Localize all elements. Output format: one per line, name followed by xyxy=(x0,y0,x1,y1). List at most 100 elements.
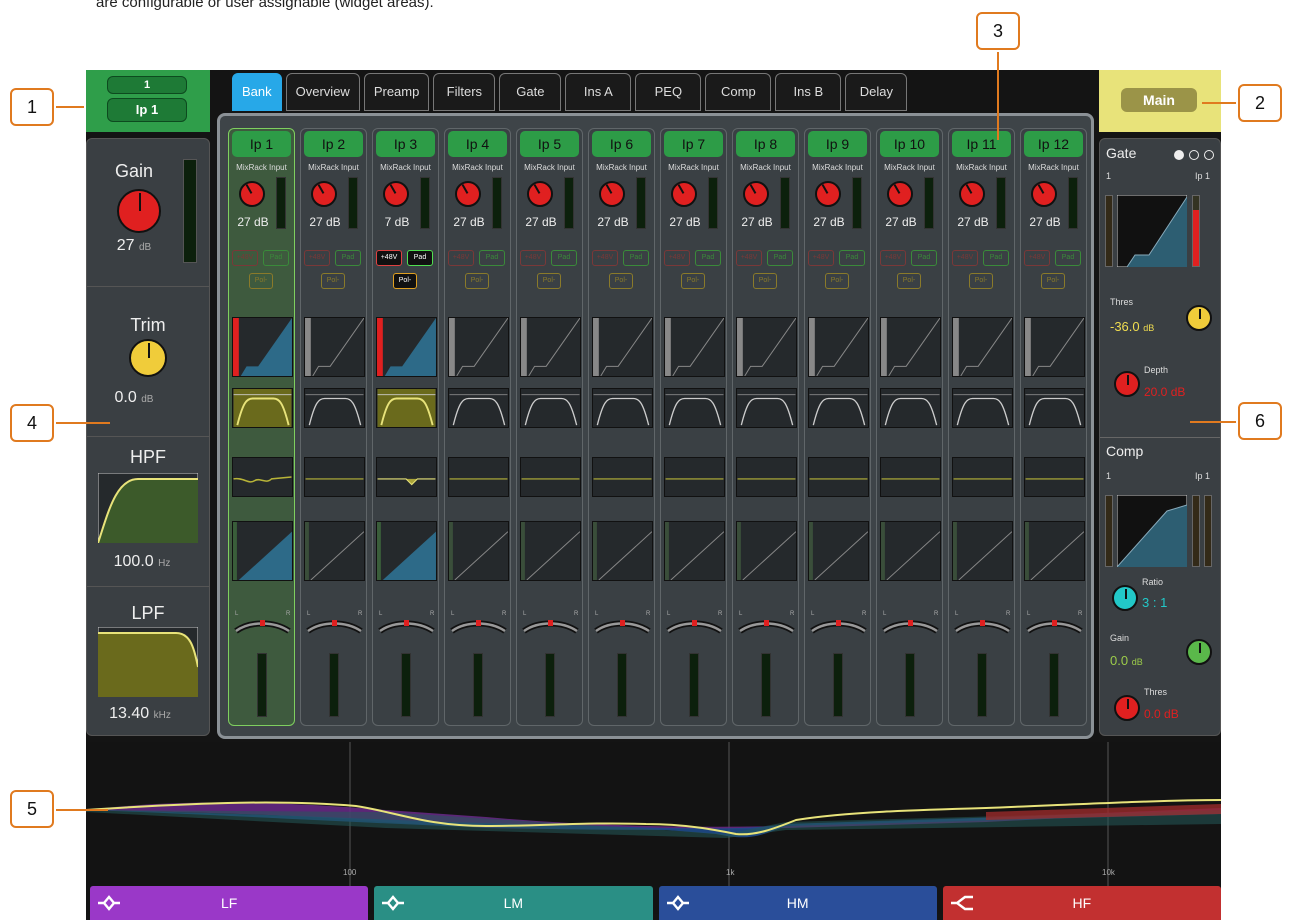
strip-gate-graph[interactable] xyxy=(664,317,725,377)
strip-pan-control[interactable]: L R xyxy=(808,607,869,637)
strip-gate-graph[interactable] xyxy=(520,317,581,377)
strip-gate-graph[interactable] xyxy=(592,317,653,377)
strip-name-button[interactable]: Ip 2 xyxy=(304,131,363,157)
eq-band-lm-button[interactable]: LM xyxy=(374,886,653,920)
strip-name-button[interactable]: Ip 9 xyxy=(808,131,867,157)
phantom-power-button[interactable]: +48V xyxy=(1024,250,1050,266)
strip-gain-knob[interactable] xyxy=(1031,181,1057,207)
strip-pan-control[interactable]: L R xyxy=(448,607,509,637)
strip-peq-graph[interactable] xyxy=(376,457,437,497)
page-dot-active-icon[interactable] xyxy=(1174,150,1184,160)
strip-gain-knob[interactable] xyxy=(383,181,409,207)
strip-filter-graph[interactable] xyxy=(952,388,1013,428)
phantom-power-button[interactable]: +48V xyxy=(376,250,402,266)
strip-gate-graph[interactable] xyxy=(232,317,293,377)
main-mix-button[interactable]: Main xyxy=(1099,70,1221,132)
polarity-button[interactable]: Pol- xyxy=(825,273,849,289)
pad-button[interactable]: Pad xyxy=(695,250,721,266)
phantom-power-button[interactable]: +48V xyxy=(520,250,546,266)
strip-peq-graph[interactable] xyxy=(448,457,509,497)
strip-pan-control[interactable]: L R xyxy=(664,607,725,637)
hpf-graph[interactable] xyxy=(98,473,198,543)
strip-comp-graph[interactable] xyxy=(880,521,941,581)
comp-ratio-knob[interactable] xyxy=(1112,585,1138,611)
phantom-power-button[interactable]: +48V xyxy=(592,250,618,266)
phantom-power-button[interactable]: +48V xyxy=(952,250,978,266)
page-dot-icon[interactable] xyxy=(1189,150,1199,160)
pad-button[interactable]: Pad xyxy=(839,250,865,266)
strip-gate-graph[interactable] xyxy=(952,317,1013,377)
strip-gain-knob[interactable] xyxy=(671,181,697,207)
channel-strip[interactable]: Ip 7 MixRack Input 27 dB +48V Pad Pol- L… xyxy=(660,128,727,726)
strip-peq-graph[interactable] xyxy=(520,457,581,497)
tab-peq[interactable]: PEQ xyxy=(635,73,702,111)
pad-button[interactable]: Pad xyxy=(263,250,289,266)
strip-gate-graph[interactable] xyxy=(808,317,869,377)
phantom-power-button[interactable]: +48V xyxy=(880,250,906,266)
strip-gain-knob[interactable] xyxy=(815,181,841,207)
strip-peq-graph[interactable] xyxy=(952,457,1013,497)
channel-strip[interactable]: Ip 3 MixRack Input 7 dB +48V Pad Pol- L … xyxy=(372,128,439,726)
strip-filter-graph[interactable] xyxy=(736,388,797,428)
channel-select-button[interactable]: 1 Ip 1 xyxy=(86,70,210,132)
tab-delay[interactable]: Delay xyxy=(845,73,908,111)
polarity-button[interactable]: Pol- xyxy=(681,273,705,289)
eq-band-lf-button[interactable]: LF xyxy=(90,886,369,920)
strip-filter-graph[interactable] xyxy=(376,388,437,428)
tab-ins-b[interactable]: Ins B xyxy=(775,73,842,111)
trim-knob[interactable] xyxy=(129,339,167,377)
strip-filter-graph[interactable] xyxy=(880,388,941,428)
polarity-button[interactable]: Pol- xyxy=(393,273,417,289)
page-dot-icon[interactable] xyxy=(1204,150,1214,160)
lpf-graph[interactable] xyxy=(98,627,198,697)
channel-strip[interactable]: Ip 12 MixRack Input 27 dB +48V Pad Pol- xyxy=(1020,128,1087,726)
strip-gate-graph[interactable] xyxy=(880,317,941,377)
tab-filters[interactable]: Filters xyxy=(433,73,496,111)
comp-graph[interactable] xyxy=(1117,495,1187,567)
strip-name-button[interactable]: Ip 6 xyxy=(592,131,651,157)
strip-gate-graph[interactable] xyxy=(448,317,509,377)
strip-comp-graph[interactable] xyxy=(520,521,581,581)
channel-strip[interactable]: Ip 2 MixRack Input 27 dB +48V Pad Pol- L… xyxy=(300,128,367,726)
tab-gate[interactable]: Gate xyxy=(499,73,562,111)
gate-thres-knob[interactable] xyxy=(1186,305,1212,331)
polarity-button[interactable]: Pol- xyxy=(753,273,777,289)
strip-gain-knob[interactable] xyxy=(455,181,481,207)
strip-filter-graph[interactable] xyxy=(304,388,365,428)
pad-button[interactable]: Pad xyxy=(1055,250,1081,266)
strip-name-button[interactable]: Ip 4 xyxy=(448,131,507,157)
strip-filter-graph[interactable] xyxy=(1024,388,1085,428)
strip-pan-control[interactable]: L R xyxy=(736,607,797,637)
strip-pan-control[interactable]: L R xyxy=(376,607,437,637)
strip-filter-graph[interactable] xyxy=(232,388,293,428)
strip-gate-graph[interactable] xyxy=(304,317,365,377)
polarity-button[interactable]: Pol- xyxy=(897,273,921,289)
strip-comp-graph[interactable] xyxy=(232,521,293,581)
strip-comp-graph[interactable] xyxy=(304,521,365,581)
tab-ins-a[interactable]: Ins A xyxy=(565,73,632,111)
strip-name-button[interactable]: Ip 7 xyxy=(664,131,723,157)
tab-bank[interactable]: Bank xyxy=(232,73,282,111)
channel-strip[interactable]: Ip 8 MixRack Input 27 dB +48V Pad Pol- L… xyxy=(732,128,799,726)
polarity-button[interactable]: Pol- xyxy=(1041,273,1065,289)
tab-comp[interactable]: Comp xyxy=(705,73,772,111)
strip-peq-graph[interactable] xyxy=(880,457,941,497)
strip-comp-graph[interactable] xyxy=(736,521,797,581)
strip-gate-graph[interactable] xyxy=(376,317,437,377)
pad-button[interactable]: Pad xyxy=(767,250,793,266)
strip-filter-graph[interactable] xyxy=(448,388,509,428)
pad-button[interactable]: Pad xyxy=(407,250,433,266)
pad-button[interactable]: Pad xyxy=(335,250,361,266)
strip-name-button[interactable]: Ip 3 xyxy=(376,131,435,157)
strip-peq-graph[interactable] xyxy=(1024,457,1085,497)
channel-strip[interactable]: Ip 9 MixRack Input 27 dB +48V Pad Pol- L… xyxy=(804,128,871,726)
strip-gain-knob[interactable] xyxy=(239,181,265,207)
strip-filter-graph[interactable] xyxy=(808,388,869,428)
channel-strip[interactable]: Ip 4 MixRack Input 27 dB +48V Pad Pol- L… xyxy=(444,128,511,726)
strip-name-button[interactable]: Ip 12 xyxy=(1024,131,1083,157)
gate-graph[interactable] xyxy=(1117,195,1187,267)
channel-strip[interactable]: Ip 1 MixRack Input 27 dB +48V Pad Pol- L… xyxy=(228,128,295,726)
gate-depth-knob[interactable] xyxy=(1114,371,1140,397)
strip-name-button[interactable]: Ip 1 xyxy=(232,131,291,157)
polarity-button[interactable]: Pol- xyxy=(969,273,993,289)
